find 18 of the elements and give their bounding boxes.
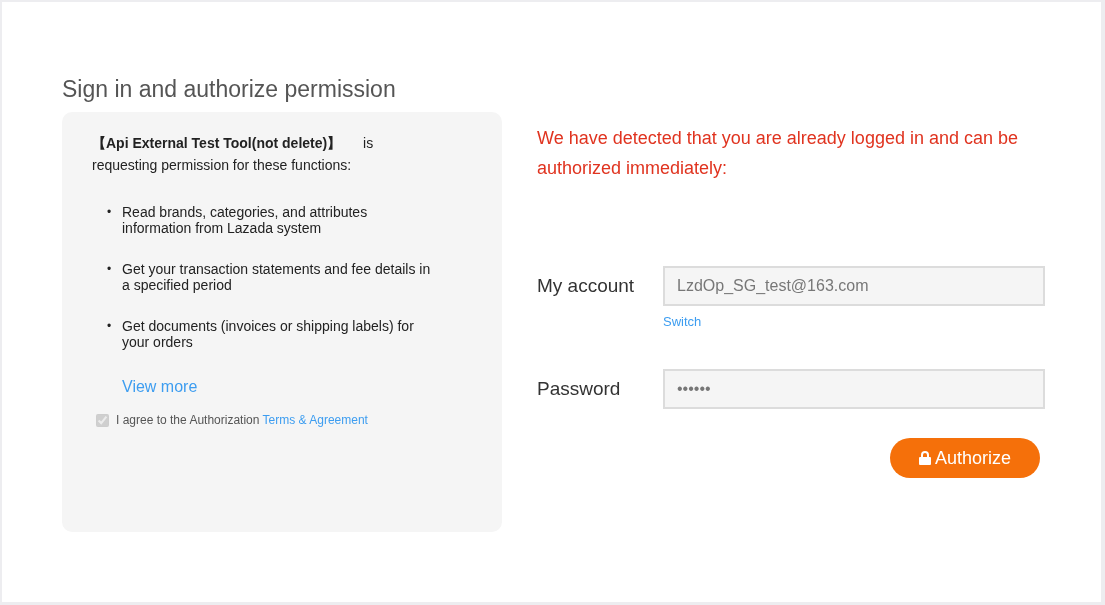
permission-intro: 【Api External Test Tool(not delete)】 is requesting permission for these functions: <box>92 134 375 175</box>
view-more-link[interactable]: View more <box>122 377 198 397</box>
permission-item: Get documents (invoices or shipping labels) for your orders <box>122 318 415 350</box>
field-label: Password <box>537 377 622 401</box>
field-label: My account <box>537 274 636 298</box>
list-bullet: • <box>107 261 113 277</box>
list-bullet: • <box>107 204 113 220</box>
permission-item: Get your transaction statements and fee details in a specified period <box>122 261 432 293</box>
switch-link[interactable]: Switch <box>663 314 702 330</box>
logged-in-notice: We have detected that you are already logged in and can be authorized immediately: <box>537 127 1019 180</box>
agreement-text: I agree to the Authorization Terms & Agreement <box>116 412 368 429</box>
lock-icon <box>918 451 931 465</box>
account-field[interactable]: LzdOp_SG_test@163.com <box>663 266 1045 306</box>
authorize-button[interactable]: Authorize <box>890 438 1040 478</box>
page-title: Sign in and authorize permission <box>62 76 396 102</box>
password-field[interactable]: •••••• <box>663 369 1045 409</box>
permission-item: Read brands, categories, and attributes information from Lazada system <box>122 204 369 236</box>
list-bullet: • <box>107 318 113 334</box>
